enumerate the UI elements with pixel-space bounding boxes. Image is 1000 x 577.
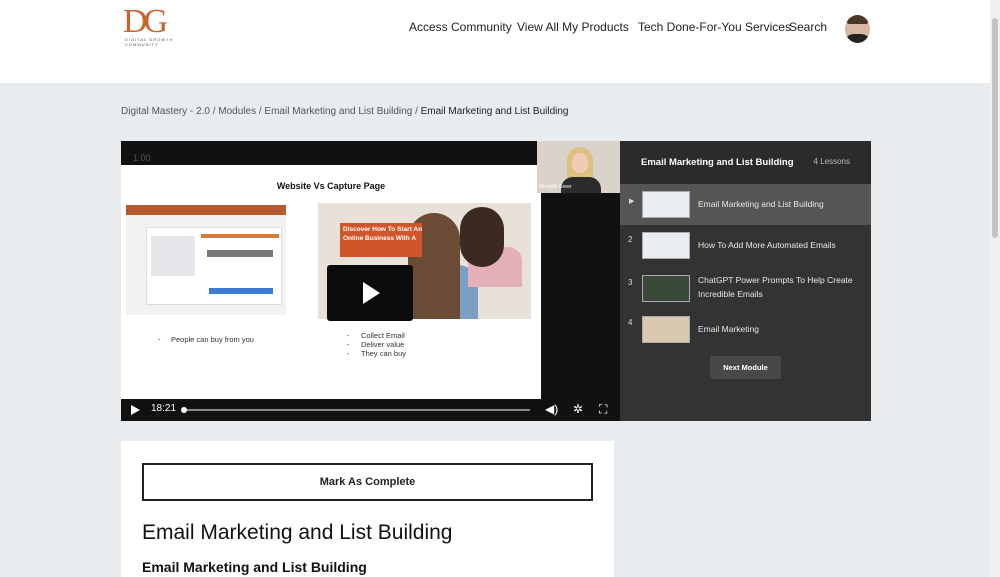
- progress-track[interactable]: [184, 409, 530, 411]
- lesson-playlist: Email Marketing and List Building 4 Less…: [620, 141, 871, 421]
- breadcrumb-module[interactable]: Email Marketing and List Building: [264, 106, 412, 117]
- video-player[interactable]: 1.00 Website Vs Capture Page Discover Ho…: [121, 141, 620, 421]
- lesson-title: Email Marketing and List Building: [698, 199, 824, 209]
- playlist-title: Email Marketing and List Building: [641, 157, 794, 168]
- video-time: 18:21: [151, 403, 177, 414]
- video-slide: Website Vs Capture Page Discover How To …: [121, 165, 541, 399]
- nav-search[interactable]: Search: [789, 20, 827, 34]
- bullet-dash: -: [347, 349, 350, 358]
- playlist-item[interactable]: ▶ Email Marketing and List Building: [620, 184, 871, 225]
- site-logo[interactable]: DG DIGITAL GROWTH COMMUNITY: [121, 3, 187, 51]
- video-controls: 18:21 ◀︎) ✲ ⛶: [121, 399, 620, 421]
- lesson-thumbnail: [642, 232, 690, 259]
- lesson-subheading: Email Marketing and List Building: [142, 559, 367, 575]
- breadcrumb: Digital Mastery - 2.0 / Modules / Email …: [121, 106, 568, 117]
- bullet-dash: -: [347, 331, 350, 340]
- presenter-webcam: Michelle Greer: [537, 141, 620, 193]
- site-header: DG DIGITAL GROWTH COMMUNITY Access Commu…: [0, 0, 1000, 83]
- avatar-shirt: [845, 34, 870, 43]
- nav-tech-services[interactable]: Tech Done-For-You Services: [638, 20, 791, 34]
- lesson-thumbnail: [642, 316, 690, 343]
- next-module-button[interactable]: Next Module: [710, 356, 781, 379]
- playlist-item[interactable]: 3 ChatGPT Power Prompts To Help Create I…: [620, 266, 871, 307]
- mockup-title: [207, 250, 273, 257]
- volume-icon[interactable]: ◀︎): [545, 402, 558, 416]
- logo-tagline: DIGITAL GROWTH COMMUNITY: [125, 37, 174, 47]
- mockup-photo: [151, 236, 195, 276]
- promo-text: Discover How To Start An Online Business…: [343, 226, 423, 242]
- scrollbar-thumb[interactable]: [992, 18, 998, 238]
- lesson-number: 4: [628, 318, 633, 327]
- fullscreen-icon[interactable]: ⛶: [599, 402, 607, 416]
- settings-icon[interactable]: ✲: [573, 402, 583, 416]
- nav-access-community[interactable]: Access Community: [409, 20, 512, 34]
- nav-view-all-products[interactable]: View All My Products: [517, 20, 629, 34]
- lesson-thumbnail: [642, 275, 690, 302]
- breadcrumb-modules[interactable]: Modules: [218, 106, 256, 117]
- person-2: [460, 207, 504, 267]
- website-mockup-image: [126, 205, 286, 315]
- right-bullet: They can buy: [361, 349, 407, 358]
- right-bullet: Deliver value: [361, 340, 405, 349]
- lesson-content-card: Mark As Complete Email Marketing and Lis…: [121, 441, 614, 577]
- mockup-card: [146, 227, 282, 305]
- big-play-button[interactable]: [327, 265, 413, 321]
- lesson-heading: Email Marketing and List Building: [142, 521, 453, 544]
- bullet-dash: -: [158, 335, 161, 344]
- presenter-face: [572, 153, 588, 173]
- mark-complete-button[interactable]: Mark As Complete: [142, 463, 593, 501]
- breadcrumb-course[interactable]: Digital Mastery - 2.0: [121, 106, 210, 117]
- playlist-header: Email Marketing and List Building 4 Less…: [620, 141, 871, 184]
- presenter-name: Michelle Greer: [539, 184, 572, 190]
- mockup-headline: [201, 234, 279, 238]
- lesson-title: How To Add More Automated Emails: [698, 240, 836, 250]
- lesson-title: ChatGPT Power Prompts To Help Create Inc…: [698, 275, 853, 299]
- lesson-title: Email Marketing: [698, 324, 759, 334]
- play-icon[interactable]: [131, 405, 140, 415]
- progress-knob[interactable]: [181, 407, 187, 413]
- right-bullet: Collect Email: [361, 331, 405, 340]
- current-lesson-icon: ▶: [629, 198, 635, 205]
- user-avatar[interactable]: [845, 15, 870, 43]
- breadcrumb-current: Email Marketing and List Building: [420, 106, 569, 117]
- slide-title: Website Vs Capture Page: [276, 181, 386, 191]
- playlist-item[interactable]: 4 Email Marketing: [620, 311, 871, 352]
- lesson-thumbnail: [642, 191, 690, 218]
- mockup-header-bar: [126, 205, 286, 215]
- bullet-dash: -: [347, 340, 350, 349]
- lesson-number: 3: [628, 278, 633, 287]
- left-bullet: People can buy from you: [171, 335, 254, 344]
- lesson-number: 2: [628, 235, 633, 244]
- playlist-item[interactable]: 2 How To Add More Automated Emails: [620, 225, 871, 266]
- play-icon: [363, 282, 380, 304]
- mockup-button: [209, 288, 273, 294]
- lesson-count: 4 Lessons: [813, 157, 850, 166]
- avatar-hair: [847, 15, 868, 24]
- logo-monogram: DG: [123, 3, 168, 40]
